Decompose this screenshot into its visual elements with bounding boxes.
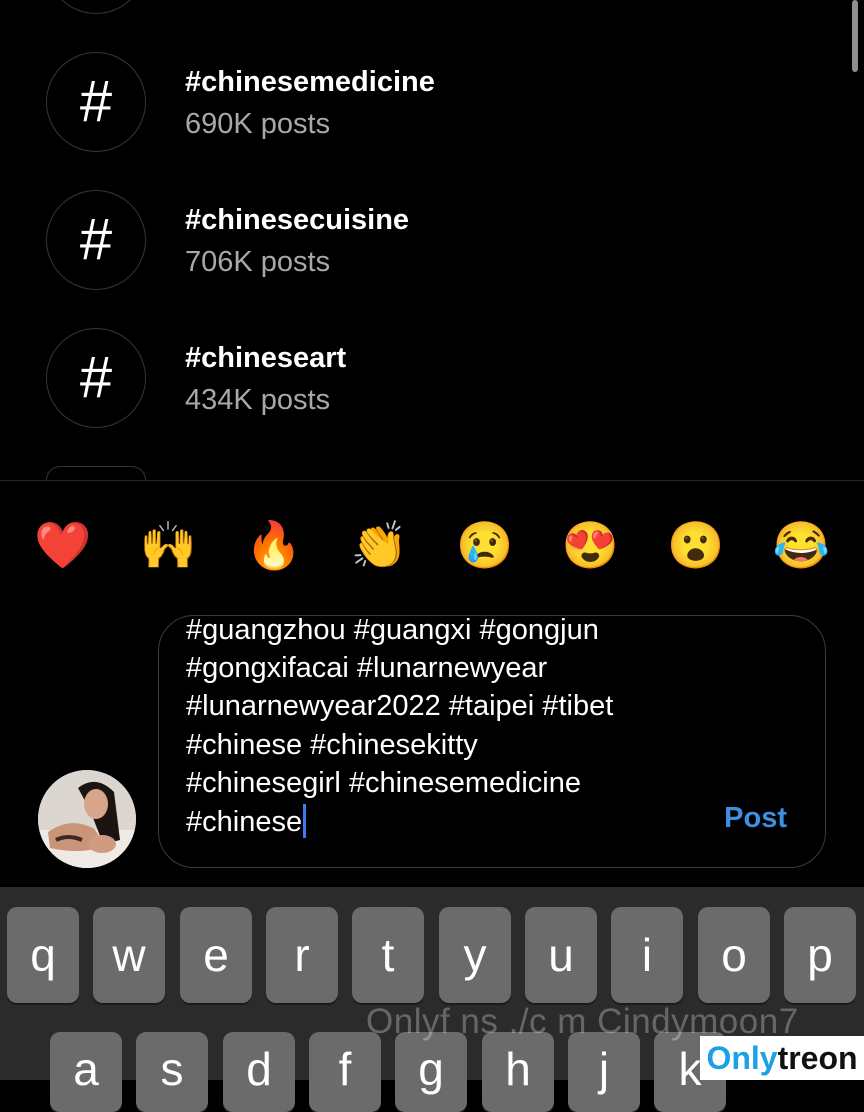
hashtag-icon: # xyxy=(46,190,146,290)
comment-line: #chinese xyxy=(186,805,303,838)
heart-eyes-emoji-button[interactable]: 😍 xyxy=(562,522,619,568)
divider xyxy=(0,480,864,481)
clapping-emoji-button[interactable]: 👏 xyxy=(351,522,408,568)
key-j[interactable]: j xyxy=(568,1032,640,1112)
hashtag-icon-partial xyxy=(46,466,146,480)
text-cursor xyxy=(303,803,307,838)
hashtag-post-count: 706K posts xyxy=(185,246,331,278)
key-w[interactable]: w xyxy=(93,907,165,1003)
hashtag-suggestion[interactable]: # #chineseart 434K posts xyxy=(46,328,806,430)
hashtag-icon-partial xyxy=(46,0,146,14)
post-button[interactable]: Post xyxy=(724,802,787,835)
key-q[interactable]: q xyxy=(7,907,79,1003)
logo-part-1: Only xyxy=(706,1039,778,1076)
logo-part-2: treon xyxy=(777,1039,858,1076)
key-g[interactable]: g xyxy=(395,1032,467,1112)
laughing-emoji-button[interactable]: 😂 xyxy=(773,522,830,568)
hashtag-name: #chinesecuisine xyxy=(185,204,410,236)
key-d[interactable]: d xyxy=(223,1032,295,1112)
key-u[interactable]: u xyxy=(525,907,597,1003)
hashtag-suggestion[interactable]: # #chinesemedicine 690K posts xyxy=(46,52,806,154)
crying-emoji-button[interactable]: 😢 xyxy=(456,522,513,568)
comment-line-last: #chinese xyxy=(186,803,706,841)
comment-line: #guangzhou #guangxi #gongjun xyxy=(186,615,599,646)
avatar xyxy=(38,770,136,868)
emoji-quick-bar: ❤️ 🙌 🔥 👏 😢 😍 😮 😂 xyxy=(0,510,864,580)
key-p[interactable]: p xyxy=(784,907,856,1003)
hashtag-icon: # xyxy=(46,328,146,428)
watermark-logo: Only treon xyxy=(700,1036,864,1080)
fire-emoji-button[interactable]: 🔥 xyxy=(245,522,302,568)
key-a[interactable]: a xyxy=(50,1032,122,1112)
comment-text[interactable]: #guangzhou #guangxi #gongjun #gongxifaca… xyxy=(186,615,706,841)
scrollbar[interactable] xyxy=(852,0,858,72)
raised-hands-emoji-button[interactable]: 🙌 xyxy=(140,522,197,568)
hashtag-name: #chineseart xyxy=(185,342,347,374)
hashtag-name: #chinesemedicine xyxy=(185,66,435,98)
key-s[interactable]: s xyxy=(136,1032,208,1112)
comment-input[interactable]: #guangzhou #guangxi #gongjun #gongxifaca… xyxy=(158,615,826,868)
heart-emoji-button[interactable]: ❤️ xyxy=(34,522,91,568)
key-r[interactable]: r xyxy=(266,907,338,1003)
hashtag-icon: # xyxy=(46,52,146,152)
key-o[interactable]: o xyxy=(698,907,770,1003)
key-e[interactable]: e xyxy=(180,907,252,1003)
avatar-photo-icon xyxy=(38,770,136,868)
key-f[interactable]: f xyxy=(309,1032,381,1112)
comment-line: #gongxifacai #lunarnewyear xyxy=(186,651,548,684)
key-h[interactable]: h xyxy=(482,1032,554,1112)
hashtag-post-count: 690K posts xyxy=(185,108,331,140)
comment-line: #lunarnewyear2022 #taipei #tibet xyxy=(186,690,614,723)
comment-line: #chinesegirl #chinesemedicine xyxy=(186,767,581,800)
key-y[interactable]: y xyxy=(439,907,511,1003)
key-i[interactable]: i xyxy=(611,907,683,1003)
surprised-emoji-button[interactable]: 😮 xyxy=(667,522,724,568)
comment-line: #chinese #chinesekitty xyxy=(186,728,478,761)
hashtag-suggestion[interactable]: # #chinesecuisine 706K posts xyxy=(46,190,806,292)
key-t[interactable]: t xyxy=(352,907,424,1003)
hashtag-post-count: 434K posts xyxy=(185,384,331,416)
